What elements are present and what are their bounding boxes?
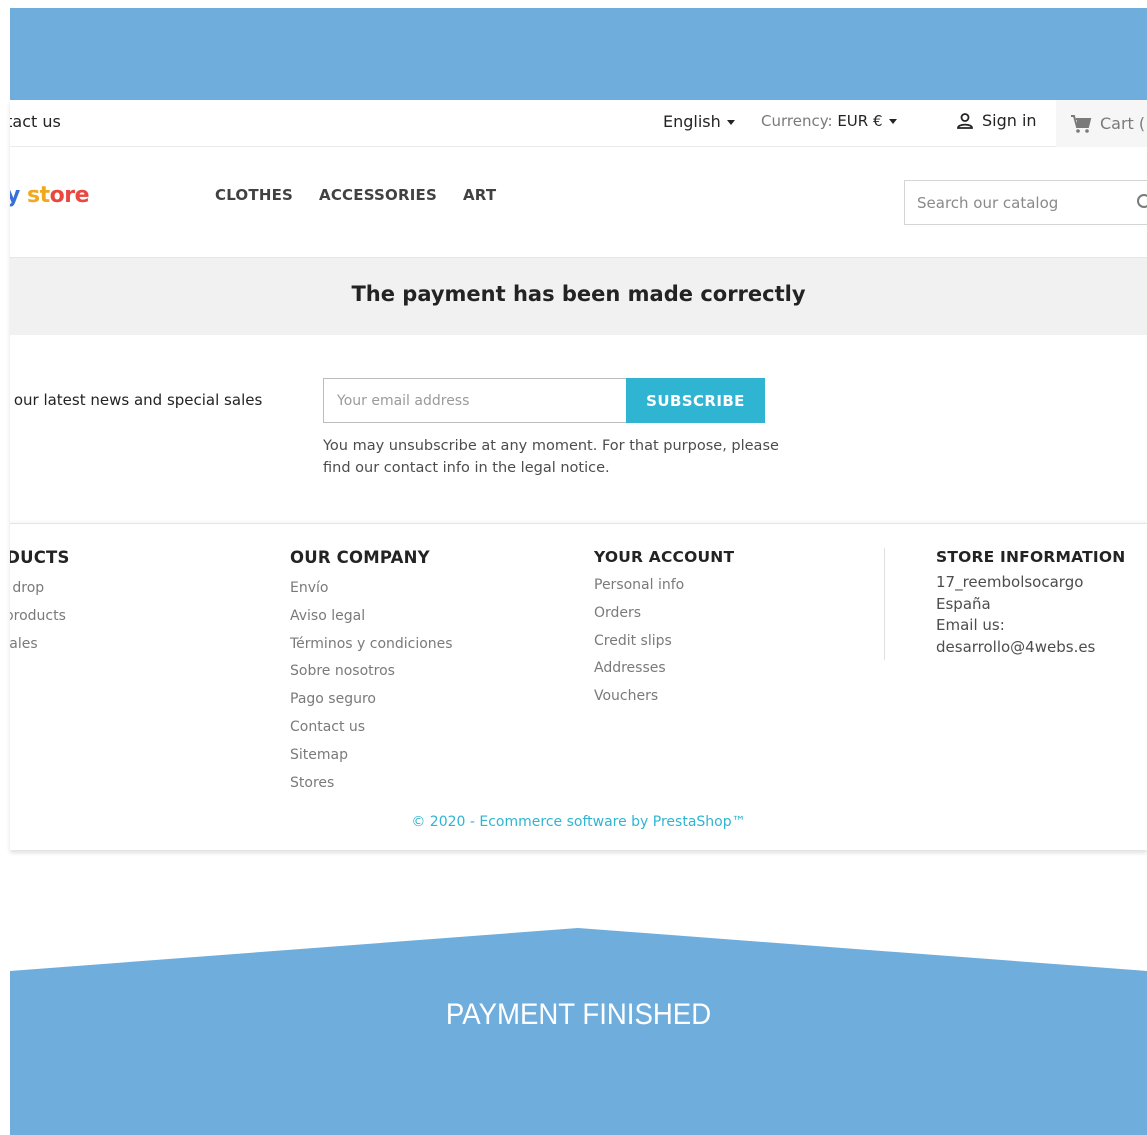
confirmation-panel: The payment has been made correctly xyxy=(10,257,1147,335)
store-email-link[interactable]: desarrollo@4webs.es xyxy=(936,637,1125,659)
contact-us-link[interactable]: ntact us xyxy=(10,112,61,131)
footer-link[interactable]: t sales xyxy=(10,631,70,659)
search-box xyxy=(904,180,1147,225)
footer-link[interactable]: Addresses xyxy=(594,655,734,683)
email-field-wrapper xyxy=(323,378,627,423)
newsletter-note: You may unsubscribe at any moment. For t… xyxy=(323,438,779,476)
footer-account: YOUR ACCOUNT Personal info Orders Credit… xyxy=(594,548,734,711)
shop-page: ntact us English Currency: EUR € Sign in… xyxy=(10,100,1147,850)
banner-title: PAYMENT FINISHED xyxy=(445,998,712,1031)
footer-heading: STORE INFORMATION xyxy=(936,548,1126,566)
confirmation-title: The payment has been made correctly xyxy=(351,282,806,306)
footer-link[interactable]: Stores xyxy=(290,770,453,798)
menu-item-accessories[interactable]: ACCESSORIES xyxy=(319,186,437,204)
footer-store-info: STORE INFORMATION 17_reembolsocargo Espa… xyxy=(936,548,1125,658)
language-label: English xyxy=(663,112,721,131)
search-input[interactable] xyxy=(905,181,1147,224)
top-nav: ntact us English Currency: EUR € Sign in… xyxy=(10,100,1147,147)
copyright-link[interactable]: © 2020 - Ecommerce software by PrestaSho… xyxy=(10,814,1147,830)
footer: ODUCTS es drop v products t sales OUR CO… xyxy=(10,523,1147,850)
footer-link[interactable]: Credit slips xyxy=(594,628,734,656)
store-logo[interactable]: y store xyxy=(10,183,90,208)
bottom-banner: PAYMENT FINISHED xyxy=(10,928,1147,1135)
chevron-down-icon xyxy=(888,119,897,124)
sign-in-label: Sign in xyxy=(982,111,1037,130)
main-menu: CLOTHES ACCESSORIES ART xyxy=(215,186,522,204)
cart-label: Cart ( xyxy=(1100,114,1146,133)
chevron-down-icon xyxy=(726,120,735,125)
footer-link[interactable]: Envío xyxy=(290,575,453,603)
subscribe-button[interactable]: SUBSCRIBE xyxy=(626,378,765,423)
footer-products: ODUCTS es drop v products t sales xyxy=(10,548,70,658)
logo-part: ore xyxy=(49,183,90,208)
header: y store CLOTHES ACCESSORIES ART xyxy=(10,147,1147,255)
footer-heading: YOUR ACCOUNT xyxy=(594,548,735,566)
currency-value: EUR € xyxy=(837,112,883,130)
footer-company: OUR COMPANY Envío Aviso legal Términos y… xyxy=(290,548,453,797)
menu-item-art[interactable]: ART xyxy=(463,186,496,204)
store-info-line: España xyxy=(936,594,991,613)
footer-link[interactable]: Términos y condiciones xyxy=(290,631,453,659)
footer-link[interactable]: Sobre nosotros xyxy=(290,658,453,686)
footer-link[interactable]: es drop xyxy=(10,575,70,603)
footer-divider xyxy=(884,548,885,660)
footer-link[interactable]: Pago seguro xyxy=(290,686,453,714)
search-icon[interactable] xyxy=(1136,193,1147,213)
cart-icon xyxy=(1071,114,1092,133)
footer-link[interactable]: Sitemap xyxy=(290,742,453,770)
footer-link[interactable]: Aviso legal xyxy=(290,603,453,631)
footer-link[interactable]: v products xyxy=(10,603,70,631)
logo-part: st xyxy=(27,183,50,208)
currency-label: Currency: xyxy=(761,112,833,130)
footer-heading: ODUCTS xyxy=(10,548,70,567)
logo-part: y xyxy=(10,183,20,208)
sign-in-link[interactable]: Sign in xyxy=(956,111,1037,130)
menu-item-clothes[interactable]: CLOTHES xyxy=(215,186,293,204)
currency-selector[interactable]: Currency: EUR € xyxy=(761,112,897,130)
newsletter-text: : our latest news and special sales xyxy=(10,391,263,409)
store-info-line: Email us: xyxy=(936,616,1005,634)
footer-heading: OUR COMPANY xyxy=(290,548,430,567)
email-field[interactable] xyxy=(324,379,626,422)
store-info-line: 17_reembolsocargo xyxy=(936,573,1084,591)
footer-link[interactable]: Contact us xyxy=(290,714,453,742)
footer-link[interactable]: Vouchers xyxy=(594,683,734,711)
cart-button[interactable]: Cart ( xyxy=(1056,100,1147,147)
footer-link[interactable]: Orders xyxy=(594,600,734,628)
footer-link[interactable]: Personal info xyxy=(594,572,734,600)
top-banner xyxy=(10,8,1147,100)
user-icon xyxy=(957,112,973,129)
language-selector[interactable]: English xyxy=(663,112,735,131)
